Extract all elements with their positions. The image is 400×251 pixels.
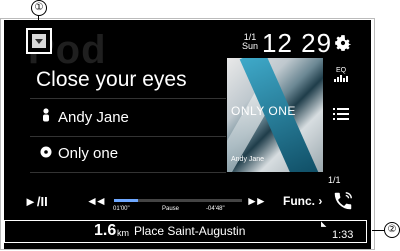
progress-fill [114, 199, 139, 202]
distance-unit: km [117, 228, 129, 238]
artwork-artist: Andy Jane [231, 156, 265, 163]
elapsed-time: 01'00" [113, 206, 130, 212]
clock: 12 29 [262, 28, 333, 58]
callout-2-leader [372, 230, 384, 231]
eq-label: EQ [335, 67, 347, 74]
next-track-button[interactable]: ►► [246, 194, 267, 208]
album-artwork[interactable]: ONLY ONE Andy Jane [227, 58, 323, 172]
progress-bar[interactable] [114, 199, 242, 202]
date-weekday: Sun [241, 41, 258, 51]
artwork-title: ONLY ONE [231, 104, 296, 118]
page-indicator: 1/1 [328, 175, 341, 185]
previous-track-button[interactable]: ◄◄ [86, 194, 107, 208]
street-name: Place Saint-Augustin [134, 224, 246, 238]
chevron-down-icon [32, 34, 46, 48]
divider [30, 172, 226, 173]
playback-state: Pause [162, 206, 180, 212]
source-menu-button[interactable] [26, 28, 52, 54]
track-title: Close your eyes [36, 68, 187, 91]
eta-time: 1:33 [332, 229, 354, 241]
artist-row: Andy Jane [38, 108, 129, 126]
date-display: 1/1 Sun [239, 33, 261, 51]
eq-button[interactable]: EQ [333, 67, 349, 82]
play-pause-button[interactable]: ►/II [24, 194, 48, 209]
phone-icon[interactable] [332, 190, 354, 212]
callout-1-leader [38, 15, 39, 28]
gps-signal-icon: ◣ [321, 221, 327, 228]
person-icon [38, 108, 54, 126]
gear-icon[interactable] [333, 33, 353, 53]
list-icon[interactable] [333, 107, 349, 121]
divider [30, 98, 226, 99]
function-button[interactable]: Func. › [283, 194, 322, 208]
album-name: Only one [58, 145, 119, 162]
album-row: Only one [38, 145, 118, 162]
artist-name: Andy Jane [58, 109, 129, 126]
album-disc-icon [38, 145, 54, 162]
callout-1: ① [31, 0, 47, 16]
callout-2: ② [384, 222, 400, 238]
equalizer-icon [333, 75, 349, 82]
remaining-time: -04'48" [206, 206, 225, 212]
distance-value: 1.6 [94, 222, 117, 239]
divider [30, 136, 226, 137]
